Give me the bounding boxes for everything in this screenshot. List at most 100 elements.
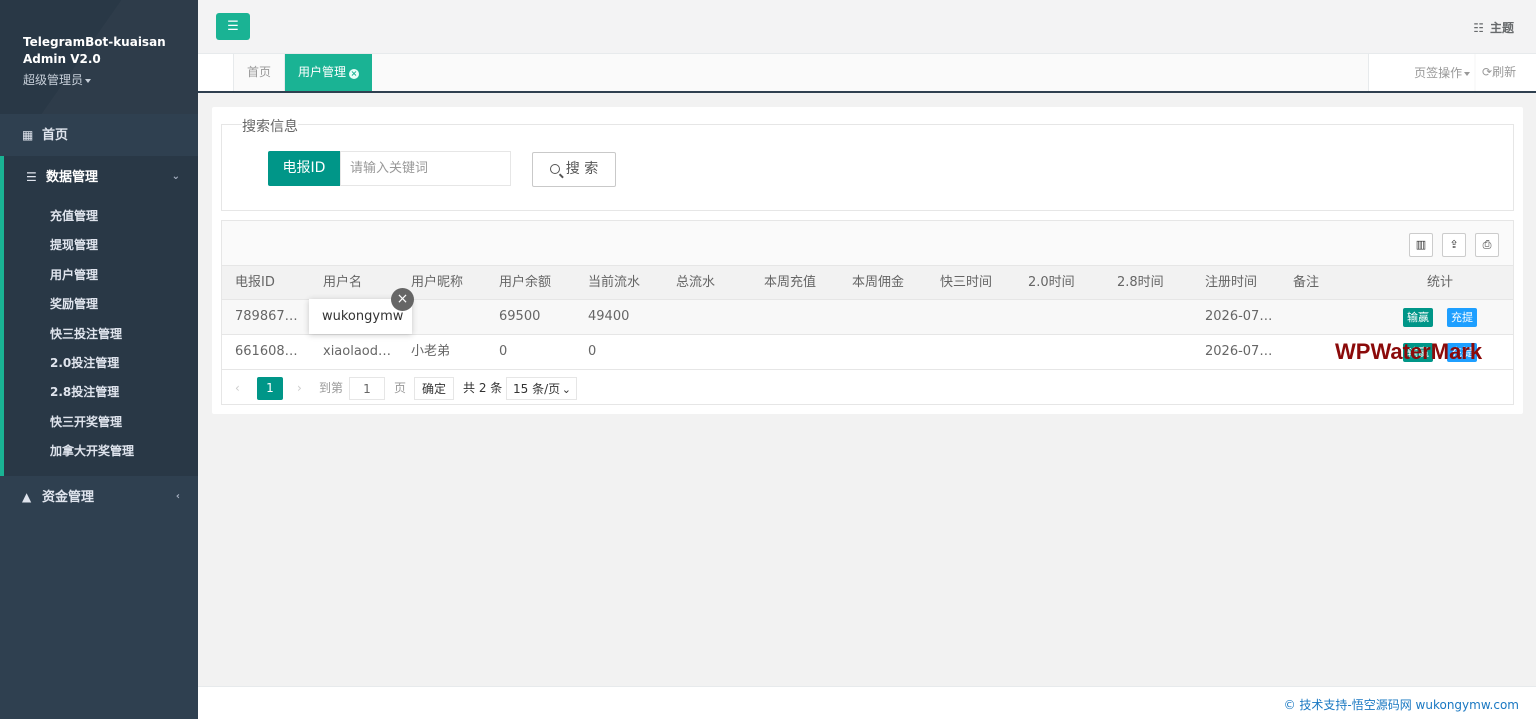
table-row[interactable]: 789867… 69500 49400 2026-07… 输赢 充提 <box>222 300 1513 335</box>
close-icon[interactable]: × <box>391 288 414 311</box>
caret-down-icon <box>1464 71 1471 76</box>
table-toolbar: ▥ ⇪ ⎙ <box>222 221 1513 266</box>
nav-funds-label: 资金管理 <box>42 489 95 505</box>
footer-credit[interactable]: © 技术支持-悟空源码网 wukongymw.com <box>1284 696 1519 713</box>
tab-home-label: 首页 <box>247 65 272 79</box>
refresh-icon: ⟳ <box>1482 65 1493 79</box>
page-unit-label: 页 <box>394 381 407 395</box>
chevron-left-icon: ‹ <box>175 490 180 502</box>
sidebar-item-rewards[interactable]: 奖励管理 <box>4 290 198 319</box>
search-field-label: 电报ID <box>268 151 340 186</box>
tab-scroll-left[interactable] <box>198 54 234 91</box>
tab-home[interactable]: 首页 <box>234 54 285 91</box>
caret-down-icon <box>85 78 92 83</box>
brand-header: TelegramBot-kuaisan Admin V2.0 超级管理员 <box>0 0 198 114</box>
theme-button[interactable]: ☷ 主题 <box>1473 19 1514 36</box>
col-tg-id[interactable]: 电报ID <box>235 266 275 300</box>
theme-icon: ☷ <box>1473 21 1484 35</box>
cell-tg-id[interactable]: 789867… <box>235 300 315 334</box>
top-bar: ☰ ☷ 主题 <box>198 0 1536 54</box>
nav-group-data: ☰ 数据管理 ⌄ 充值管理 提现管理 用户管理 奖励管理 快三投注管理 2.0投注管… <box>0 156 198 476</box>
menu-toggle-button[interactable]: ☰ <box>216 13 250 40</box>
goto-page-input[interactable]: 1 <box>349 377 385 400</box>
col-flow[interactable]: 当前流水 <box>588 266 640 300</box>
col-week-recharge[interactable]: 本周充值 <box>764 266 816 300</box>
sidebar-item-canada-draws[interactable]: 加拿大开奖管理 <box>4 437 198 466</box>
nav-funds[interactable]: ▲ 资金管理 ‹ <box>0 476 198 518</box>
list-icon: ☰ <box>26 170 37 184</box>
user-role-dropdown[interactable]: 超级管理员 <box>23 71 198 88</box>
nav-home-label: 首页 <box>42 128 69 143</box>
cell-nickname[interactable]: 小老弟 <box>411 335 450 369</box>
tab-user-management[interactable]: 用户管理 × <box>285 54 372 91</box>
cell-flow[interactable]: 0 <box>588 335 596 369</box>
goto-label: 到第 <box>319 381 344 395</box>
col-reg-time[interactable]: 注册时间 <box>1205 266 1257 300</box>
road-icon: ▲ <box>22 489 32 504</box>
cell-balance[interactable]: 69500 <box>499 300 540 334</box>
sidebar-item-recharge[interactable]: 充值管理 <box>4 202 198 231</box>
col-k3-time[interactable]: 快三时间 <box>940 266 992 300</box>
sidebar-item-withdraw[interactable]: 提现管理 <box>4 231 198 260</box>
page-current[interactable]: 1 <box>257 377 283 400</box>
cell-username[interactable]: xiaolaod… <box>323 335 403 369</box>
chevron-right-icon[interactable]: › <box>297 377 302 400</box>
close-icon[interactable]: × <box>349 69 360 79</box>
tab-ops-dropdown[interactable]: 页签操作 <box>1368 54 1474 91</box>
theme-label: 主题 <box>1489 21 1514 35</box>
cell-flow[interactable]: 49400 <box>588 300 629 334</box>
win-loss-button[interactable]: 输赢 <box>1403 308 1433 327</box>
nav-data-label: 数据管理 <box>46 170 99 185</box>
grid-icon: ▦ <box>22 128 34 142</box>
col-stats[interactable]: 统计 <box>1427 266 1453 300</box>
page-size-select[interactable]: 15 条/页 ⌄ <box>506 377 577 400</box>
search-input[interactable] <box>340 151 511 186</box>
recharge-withdraw-button[interactable]: 充提 <box>1447 308 1477 327</box>
sidebar-item-20-bets[interactable]: 2.0投注管理 <box>4 349 198 378</box>
nav-home[interactable]: ▦ 首页 <box>0 114 198 156</box>
refresh-button[interactable]: ⟳刷新 <box>1476 54 1536 91</box>
columns-icon[interactable]: ▥ <box>1409 233 1433 257</box>
watermark: WPWaterMark <box>1335 339 1483 364</box>
tab-active-label: 用户管理 <box>298 65 347 79</box>
sidebar-item-users[interactable]: 用户管理 <box>4 261 198 290</box>
page-size-value: 15 条/页 <box>513 382 561 396</box>
export-icon[interactable]: ⇪ <box>1442 233 1466 257</box>
nav-data-management[interactable]: ☰ 数据管理 ⌄ <box>4 156 198 198</box>
cell-reg-time[interactable]: 2026-07… <box>1205 300 1285 334</box>
print-icon[interactable]: ⎙ <box>1475 233 1499 257</box>
sidebar-item-k3-draws[interactable]: 快三开奖管理 <box>4 408 198 437</box>
main-panel: 搜索信息 电报ID 搜 索 ▥ ⇪ ⎙ 电报ID 用户名 用户昵称 用户余额 当… <box>212 107 1523 414</box>
data-table: ▥ ⇪ ⎙ 电报ID 用户名 用户昵称 用户余额 当前流水 总流水 本周充值 本… <box>221 220 1514 405</box>
cell-balance[interactable]: 0 <box>499 335 507 369</box>
cell-tg-id[interactable]: 661608… <box>235 335 315 369</box>
col-28-time[interactable]: 2.8时间 <box>1117 266 1164 300</box>
col-nickname[interactable]: 用户昵称 <box>411 266 463 300</box>
search-legend: 搜索信息 <box>242 116 298 136</box>
table-header: 电报ID 用户名 用户昵称 用户余额 当前流水 总流水 本周充值 本周佣金 快三… <box>222 266 1513 300</box>
user-role-label: 超级管理员 <box>23 73 84 87</box>
chevron-down-icon: ⌄ <box>561 383 571 396</box>
chevron-left-icon[interactable]: ‹ <box>235 377 240 400</box>
search-button-label: 搜 索 <box>565 161 599 177</box>
sidebar-item-k3-bets[interactable]: 快三投注管理 <box>4 320 198 349</box>
sidebar: TelegramBot-kuaisan Admin V2.0 超级管理员 ▦ 首页… <box>0 0 198 719</box>
col-total-flow[interactable]: 总流水 <box>676 266 715 300</box>
col-balance[interactable]: 用户余额 <box>499 266 551 300</box>
chevron-down-icon: ⌄ <box>171 171 180 182</box>
sidebar-item-28-bets[interactable]: 2.8投注管理 <box>4 378 198 407</box>
table-row[interactable]: 661608… xiaolaod… 小老弟 0 0 2026-07… 输赢 充提 <box>222 335 1513 370</box>
app-title: TelegramBot-kuaisan <box>23 35 166 49</box>
bars-icon: ☰ <box>227 19 239 34</box>
col-20-time[interactable]: 2.0时间 <box>1028 266 1075 300</box>
col-week-commission[interactable]: 本周佣金 <box>852 266 904 300</box>
refresh-label: 刷新 <box>1492 65 1517 79</box>
col-username[interactable]: 用户名 <box>323 266 362 300</box>
search-fieldset: 搜索信息 电报ID 搜 索 <box>221 116 1514 211</box>
goto-confirm-button[interactable]: 确定 <box>414 377 454 400</box>
page-tabs: 首页 用户管理 × 页签操作 ⟳刷新 <box>198 54 1536 93</box>
pagination: ‹ 1 › 到第 1 页 确定 共 2 条 15 条/页 ⌄ <box>222 370 1513 405</box>
search-button[interactable]: 搜 索 <box>532 152 616 187</box>
cell-reg-time[interactable]: 2026-07… <box>1205 335 1285 369</box>
col-note[interactable]: 备注 <box>1293 266 1319 300</box>
